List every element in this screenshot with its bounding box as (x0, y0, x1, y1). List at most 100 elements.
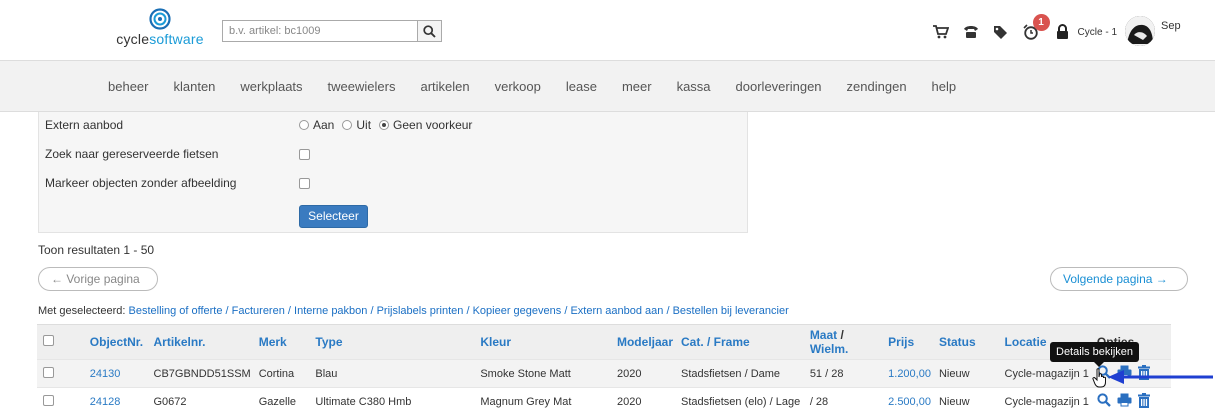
nav-item-klanten[interactable]: klanten (173, 79, 215, 94)
cat-frame-cell: Stadsfietsen (elo) / Lage (677, 387, 806, 414)
details-tooltip: Details bekijken (1050, 342, 1140, 367)
nav-item-tweewielers[interactable]: tweewielers (328, 79, 396, 94)
radio-geen-voorkeur[interactable] (379, 120, 390, 130)
annotation-arrow (1108, 370, 1213, 384)
hand-cursor-icon (1092, 368, 1106, 388)
select-all-cell (37, 324, 86, 360)
tag-button[interactable] (986, 20, 1016, 44)
type-cell: Ultimate C380 Hmb (311, 387, 477, 414)
col-kleur[interactable]: Kleur (476, 324, 613, 360)
logo[interactable]: cyclesoftware (110, 8, 210, 52)
radio-aan-label: Aan (313, 118, 335, 132)
bulk-separator: / (284, 305, 295, 317)
search-box (222, 20, 442, 42)
objectnr-cell[interactable]: 24130 (85, 359, 150, 388)
row-checkbox[interactable] (43, 394, 54, 406)
no-image-label: Markeer objecten zonder afbeelding (45, 176, 237, 190)
nav-item-werkplaats[interactable]: werkplaats (240, 79, 302, 94)
col-merk[interactable]: Merk (254, 324, 312, 360)
notification-badge: 1 (1032, 14, 1050, 31)
row-select-cell (37, 359, 86, 388)
row-select-cell (37, 387, 86, 414)
col-wielm[interactable]: Wielm. (810, 342, 849, 356)
col-cat-frame[interactable]: Cat. / Frame (677, 324, 806, 360)
cart-button[interactable] (926, 20, 956, 44)
phone-icon (963, 26, 978, 38)
cycle-label[interactable]: Cycle - 1 (1078, 27, 1117, 38)
lock-icon (1057, 24, 1069, 39)
radio-aan[interactable] (299, 120, 309, 130)
phone-button[interactable] (956, 20, 986, 44)
col-status[interactable]: Status (934, 324, 1001, 360)
bulk-separator: / (663, 305, 673, 317)
main-nav: beheer klanten werkplaats tweewielers artike… (0, 60, 1215, 112)
col-maat-wielm: Maat / Wielm. (805, 324, 885, 360)
kleur-cell: Smoke Stone Matt (476, 359, 613, 388)
header-icons: 1 Cycle - 1 (926, 14, 1143, 44)
col-objectnr[interactable]: ObjectNr. (85, 324, 150, 360)
table-row[interactable]: 24128 G0672 Gazelle Ultimate C380 Hmb Magnum… (37, 387, 1171, 414)
bulk-action-link[interactable]: Bestellen bij leverancier (673, 305, 789, 317)
nav-item-kassa[interactable]: kassa (677, 79, 711, 94)
bulk-action-link[interactable]: Extern aanbod aan (570, 305, 663, 317)
bulk-action-link[interactable]: Bestelling of offerte (129, 305, 223, 317)
bulk-action-link[interactable]: Prijslabels printen (377, 305, 464, 317)
objectnr-cell[interactable]: 24128 (85, 387, 150, 414)
filter-panel: Extern aanbod Aan Uit Geen voorkeur Zoek… (38, 112, 748, 233)
bulk-action-link[interactable]: Factureren (232, 305, 285, 317)
locatie-cell: Cycle-magazijn 1 (1000, 387, 1093, 414)
reserved-checkbox[interactable] (299, 149, 310, 160)
nav-item-verkoop[interactable]: verkoop (495, 79, 541, 94)
nav-item-doorleveringen[interactable]: doorleveringen (736, 79, 822, 94)
tag-icon (994, 25, 1008, 39)
selecteer-button[interactable]: Selecteer (299, 205, 368, 228)
next-page-button[interactable]: Volgende pagina → (1050, 267, 1188, 291)
kleur-cell: Magnum Grey Mat (476, 387, 613, 414)
lock-button[interactable] (1052, 20, 1074, 44)
nav-item-help[interactable]: help (932, 79, 957, 94)
col-maat-slash: / (837, 328, 844, 342)
avatar[interactable] (1125, 16, 1155, 46)
artikelnr-cell: CB7GBNDD51SSM (149, 359, 255, 388)
nav-item-beheer[interactable]: beheer (108, 79, 148, 94)
prev-page-button[interactable]: ← Vorige pagina (38, 267, 158, 291)
results-count: Toon resultaten 1 - 50 (38, 243, 155, 257)
nav-item-lease[interactable]: lease (566, 79, 597, 94)
row-checkbox[interactable] (43, 366, 54, 378)
nav-item-meer[interactable]: meer (622, 79, 652, 94)
bulk-separator: / (222, 305, 232, 317)
select-all-checkbox[interactable] (43, 335, 54, 346)
merk-cell: Cortina (254, 359, 312, 388)
bulk-action-link[interactable]: Interne pakbon (294, 305, 367, 317)
search-icon (423, 24, 436, 38)
no-image-checkbox[interactable] (299, 178, 310, 189)
search-input[interactable] (223, 21, 417, 41)
prijs-cell: 2.500,00 (884, 387, 935, 414)
bulk-action-link[interactable]: Kopieer gegevens (473, 305, 562, 317)
alarm-button[interactable]: 1 (1016, 14, 1050, 44)
col-artikelnr[interactable]: Artikelnr. (149, 324, 255, 360)
trash-icon[interactable] (1137, 392, 1150, 411)
merk-cell: Gazelle (254, 387, 312, 414)
cat-frame-cell: Stadsfietsen / Dame (677, 359, 806, 388)
col-type[interactable]: Type (311, 324, 477, 360)
col-modeljaar[interactable]: Modeljaar (612, 324, 677, 360)
type-cell: Blau (311, 359, 477, 388)
top-header: cyclesoftware b.v. artikel: bc1009 1 Cyc… (0, 0, 1215, 60)
bulk-separator: / (463, 305, 473, 317)
nav-list: beheer klanten werkplaats tweewielers artike… (108, 79, 981, 94)
nav-item-zendingen[interactable]: zendingen (847, 79, 907, 94)
print-icon[interactable] (1117, 393, 1132, 410)
col-maat[interactable]: Maat (810, 328, 837, 342)
bulk-prefix: Met geselecteerd: (38, 305, 126, 317)
search-button[interactable] (417, 21, 441, 41)
nav-item-artikelen[interactable]: artikelen (420, 79, 469, 94)
search-icon[interactable] (1097, 393, 1111, 410)
user-name[interactable]: Sep (1161, 20, 1181, 32)
table-row[interactable]: 24130 CB7GBNDD51SSM Cortina Blau Smoke Stone… (37, 359, 1171, 388)
results-table: ObjectNr. Artikelnr. Merk Type Kleur Mod… (37, 324, 1171, 414)
prijs-cell: 1.200,00 (884, 359, 935, 388)
col-prijs[interactable]: Prijs (884, 324, 935, 360)
bulk-separator: / (367, 305, 377, 317)
radio-uit[interactable] (342, 120, 353, 130)
